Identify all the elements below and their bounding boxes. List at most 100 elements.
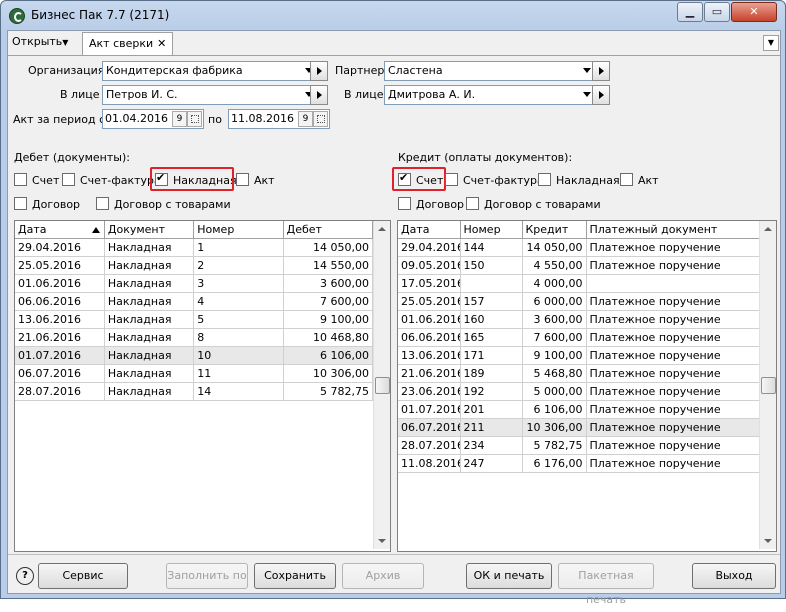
scroll-down-icon[interactable] (378, 539, 386, 543)
exit-button[interactable]: Выход (692, 563, 776, 589)
table-cell: 2 (193, 256, 284, 275)
tab-akt-sverki[interactable]: Акт сверки ✕ (82, 32, 174, 55)
scroll-up-icon[interactable] (764, 227, 772, 231)
credit-check-dogovor[interactable]: Договор (398, 197, 464, 211)
bottom-button-bar: ? Сервис Заполнить по Сохранить Архив ОК… (8, 554, 780, 606)
date-to-spinner[interactable]: 9 (298, 111, 313, 127)
table-row[interactable]: 21.06.2016 189 5 468,80 Платежное поручение (398, 364, 760, 383)
scroll-up-icon[interactable] (378, 227, 386, 231)
table-row[interactable]: 17.05.2016 4 000,00 (398, 274, 760, 293)
table-row[interactable]: 13.06.2016 Накладная 5 9 100,00 (15, 310, 374, 329)
debit-check-schet[interactable]: Счет (14, 173, 59, 187)
help-icon[interactable]: ? (16, 567, 34, 585)
inface2-combo[interactable]: Дмитрова А. И. (384, 85, 594, 105)
calendar-icon[interactable] (187, 111, 202, 127)
table-cell: 21.06.2016 (15, 328, 105, 347)
service-button[interactable]: Сервис (38, 563, 128, 589)
table-cell: Накладная (104, 310, 195, 329)
date-from-spinner[interactable]: 9 (172, 111, 187, 127)
org-open-button[interactable] (310, 61, 328, 81)
table-row[interactable]: 13.06.2016 171 9 100,00 Платежное поручение (398, 346, 760, 365)
fill-button[interactable]: Заполнить по (166, 563, 248, 589)
table-cell: 8 (193, 328, 284, 347)
table-row[interactable]: 29.04.2016 144 14 050,00 Платежное поручени… (398, 238, 760, 257)
org-label: Организация (28, 64, 105, 77)
table-cell: 7 600,00 (283, 292, 374, 311)
open-menu[interactable]: Открыть▼ (12, 35, 68, 48)
check-label: Накладная (556, 174, 620, 187)
table-row[interactable]: 06.07.2016 211 10 306,00 Платежное поручени… (398, 418, 760, 437)
debit-check-dogovor-tovary[interactable]: Договор с товарами (96, 197, 231, 211)
debit-vertical-scrollbar[interactable] (373, 221, 390, 549)
chevron-down-icon (583, 92, 591, 97)
check-label: Договор с товарами (484, 198, 601, 211)
table-cell: 14 050,00 (522, 238, 587, 257)
table-row[interactable]: 25.05.2016 157 6 000,00 Платежное поручение (398, 292, 760, 311)
close-window-button[interactable]: ✕ (731, 2, 777, 22)
save-button[interactable]: Сохранить (254, 563, 336, 589)
date-to-field[interactable]: 11.08.2016 9 (228, 109, 330, 129)
table-row[interactable]: 06.06.2016 165 7 600,00 Платежное поручение (398, 328, 760, 347)
table-row[interactable]: 06.07.2016 Накладная 11 10 306,00 (15, 364, 374, 383)
title-bar[interactable]: Бизнес Пак 7.7 (2171) ▁ ▭ ✕ (1, 1, 785, 29)
close-tab-icon[interactable]: ✕ (157, 37, 166, 50)
inface-open-button[interactable] (310, 85, 328, 105)
scroll-thumb[interactable] (761, 377, 776, 394)
archive-button[interactable]: Архив (342, 563, 424, 589)
org-combo[interactable]: Кондитерская фабрика (102, 61, 316, 81)
credit-check-schet-faktura[interactable]: Счет-фактура (445, 173, 544, 187)
col-header-document[interactable]: Документ (104, 221, 195, 239)
credit-check-dogovor-tovary[interactable]: Договор с товарами (466, 197, 601, 211)
ok-print-button[interactable]: ОК и печать (466, 563, 552, 589)
scroll-thumb[interactable] (375, 377, 390, 394)
table-row[interactable]: 01.07.2016 201 6 106,00 Платежное поручение (398, 400, 760, 419)
maximize-button[interactable]: ▭ (704, 2, 730, 22)
checkbox-icon (398, 197, 411, 210)
table-row[interactable]: 06.06.2016 Накладная 4 7 600,00 (15, 292, 374, 311)
table-row[interactable]: 09.05.2016 150 4 550,00 Платежное поручение (398, 256, 760, 275)
table-cell: 9 100,00 (522, 346, 587, 365)
col-header-date[interactable]: Дата (15, 221, 105, 239)
table-row[interactable]: 01.06.2016 Накладная 3 3 600,00 (15, 274, 374, 293)
table-row[interactable]: 01.07.2016 Накладная 10 6 106,00 (15, 346, 374, 365)
col-header-number[interactable]: Номер (193, 221, 284, 239)
table-cell: 25.05.2016 (15, 256, 105, 275)
col-header-debit[interactable]: Дебет (283, 221, 374, 239)
table-row[interactable]: 11.08.2016 247 6 176,00 Платежное поручение (398, 454, 760, 473)
table-row[interactable]: 25.05.2016 Накладная 2 14 550,00 (15, 256, 374, 275)
col-header-payment-doc[interactable]: Платежный документ (586, 221, 760, 239)
table-row[interactable]: 23.06.2016 192 5 000,00 Платежное поручение (398, 382, 760, 401)
scroll-down-icon[interactable] (764, 539, 772, 543)
debit-check-dogovor[interactable]: Договор (14, 197, 80, 211)
col-header-date[interactable]: Дата (398, 221, 461, 239)
inface-combo[interactable]: Петров И. С. (102, 85, 316, 105)
col-header-credit[interactable]: Кредит (522, 221, 587, 239)
credit-table[interactable]: Дата Номер Кредит Платежный документ 29.… (397, 220, 777, 552)
table-row[interactable]: 21.06.2016 Накладная 8 10 468,80 (15, 328, 374, 347)
credit-vertical-scrollbar[interactable] (759, 221, 776, 549)
table-row[interactable]: 01.06.2016 160 3 600,00 Платежное поручение (398, 310, 760, 329)
col-header-number[interactable]: Номер (460, 221, 523, 239)
table-cell: 3 (193, 274, 284, 293)
credit-check-akt[interactable]: Акт (620, 173, 659, 187)
table-row[interactable]: 28.07.2016 Накладная 14 5 782,75 (15, 382, 374, 401)
calendar-icon[interactable] (313, 111, 328, 127)
tab-list-dropdown-icon[interactable]: ▼ (763, 35, 779, 51)
batch-print-button[interactable]: Пакетная печать (558, 563, 654, 606)
debit-table[interactable]: Дата Документ Номер Дебет 29.04.2016 Накл… (14, 220, 391, 552)
credit-check-nakladnaya[interactable]: Накладная (538, 173, 620, 187)
partner-open-button[interactable] (592, 61, 610, 81)
inface2-open-button[interactable] (592, 85, 610, 105)
debit-check-schet-faktura[interactable]: Счет-фактура (62, 173, 161, 187)
client-area: Открыть▼ Акт сверки ✕ ▼ Организация Конди… (7, 30, 781, 606)
table-cell: Платежное поручение (586, 400, 760, 419)
debit-check-akt[interactable]: Акт (236, 173, 275, 187)
minimize-button[interactable]: ▁ (677, 2, 703, 22)
app-logo-icon (9, 8, 25, 24)
table-cell: 5 468,80 (522, 364, 587, 383)
partner-combo[interactable]: Сластена (384, 61, 594, 81)
table-row[interactable]: 28.07.2016 234 5 782,75 Платежное поручение (398, 436, 760, 455)
table-row[interactable]: 29.04.2016 Накладная 1 14 050,00 (15, 238, 374, 257)
date-from-field[interactable]: 01.04.2016 9 (102, 109, 204, 129)
credit-title: Кредит (оплаты документов): (398, 151, 573, 164)
